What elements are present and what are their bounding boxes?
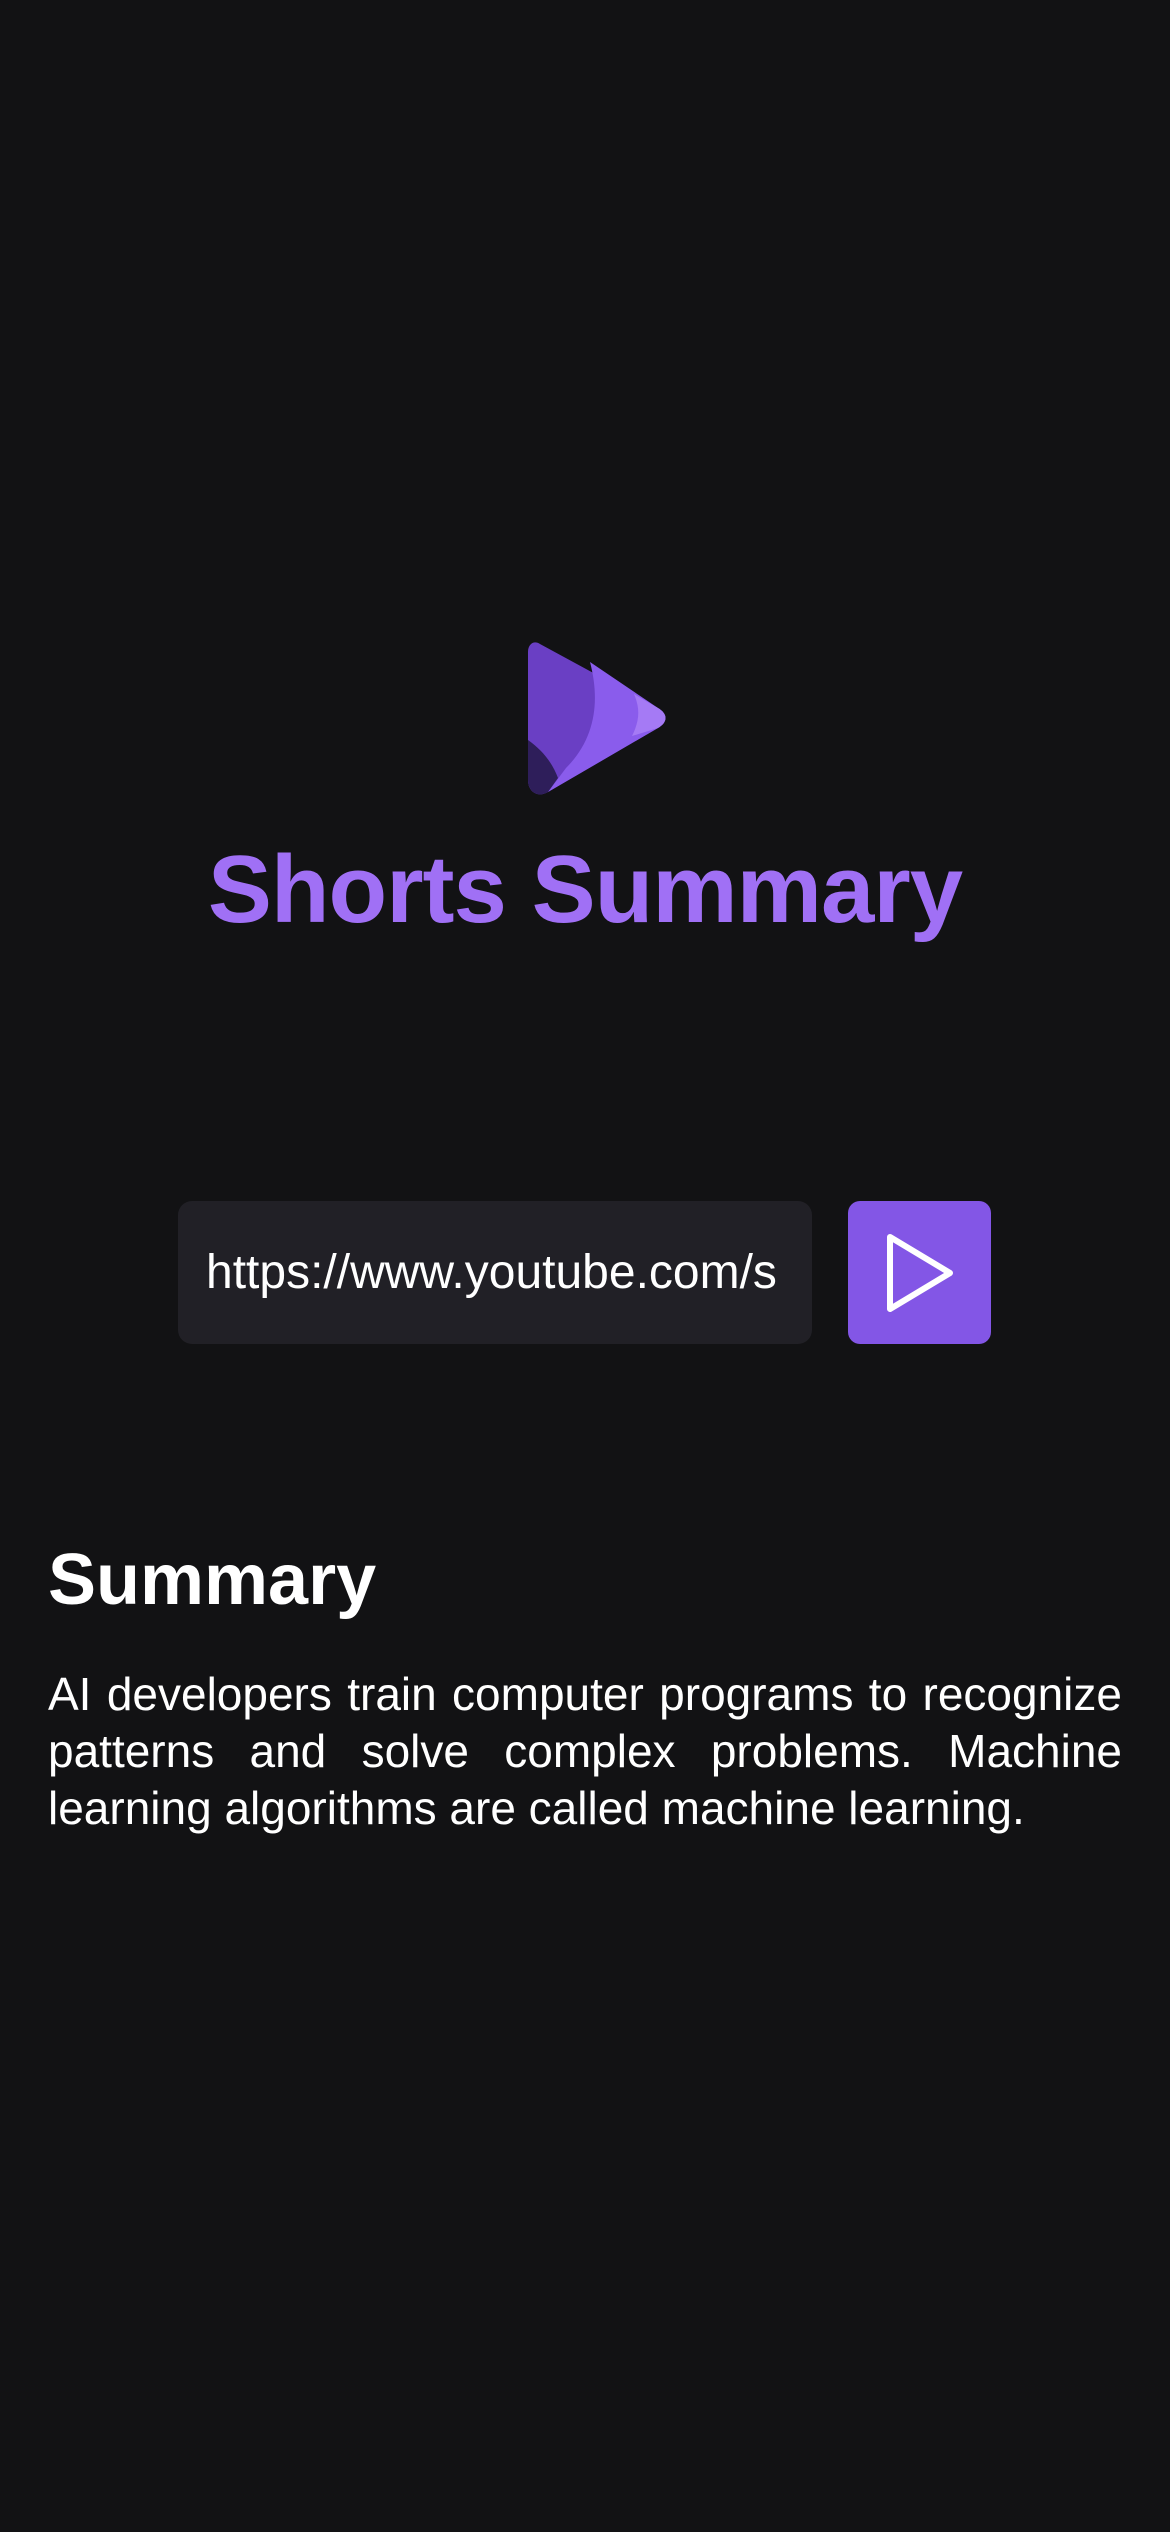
url-input[interactable] xyxy=(178,1201,812,1344)
app-screen: Shorts Summary Summary AI developers tra… xyxy=(0,0,1170,2532)
play-logo-icon xyxy=(528,642,666,795)
summarize-button[interactable] xyxy=(848,1201,991,1344)
summary-text: AI developers train computer programs to… xyxy=(48,1668,1122,1834)
app-title: Shorts Summary xyxy=(207,836,963,943)
summary-heading: Summary xyxy=(48,1540,377,1620)
play-icon xyxy=(886,1233,953,1312)
